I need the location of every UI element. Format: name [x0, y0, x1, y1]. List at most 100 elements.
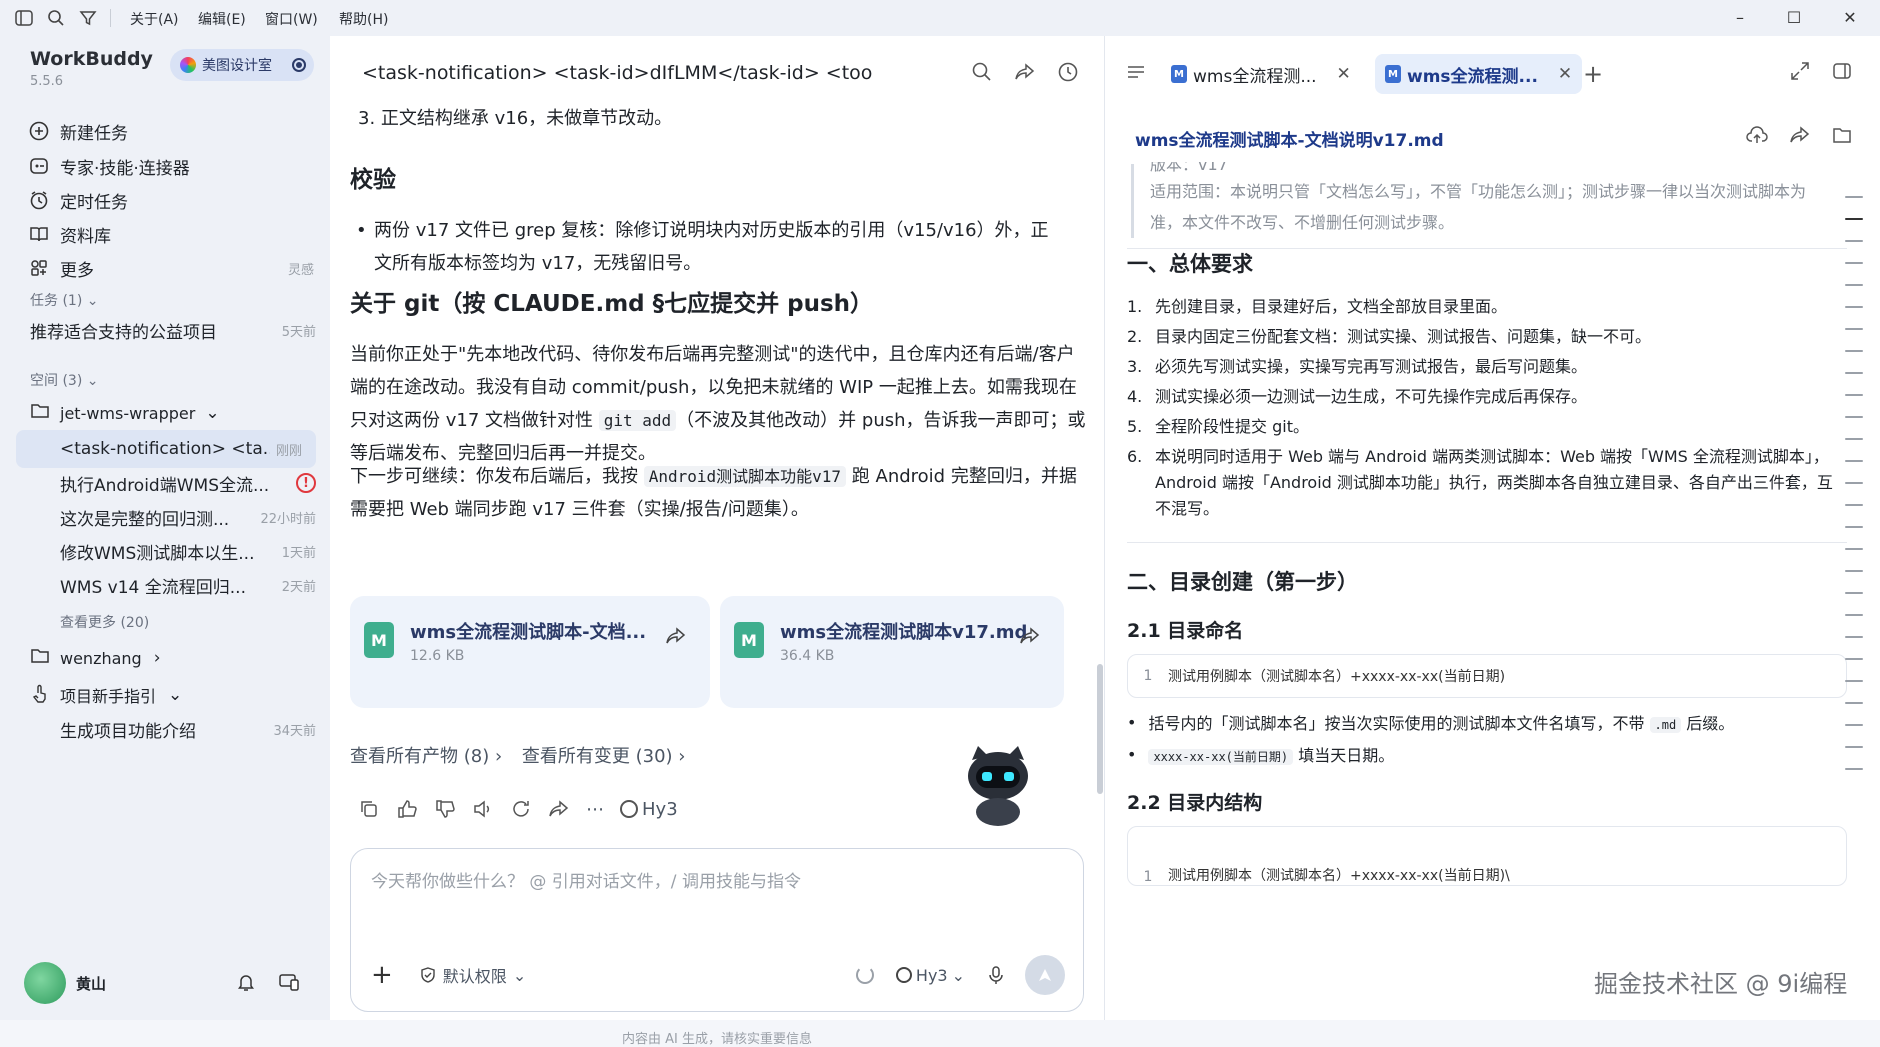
new-tab-icon[interactable]: +	[1583, 60, 1603, 88]
thumbs-up-icon[interactable]	[396, 798, 418, 820]
title-bar: 关于(A) 编辑(E) 窗口(W) 帮助(H) – ☐ ✕	[0, 0, 1880, 36]
upload-icon[interactable]	[1745, 124, 1769, 150]
view-artifacts-link[interactable]: 查看所有产物 (8)	[350, 746, 489, 767]
model-logo-icon	[620, 800, 638, 818]
divider	[110, 9, 111, 27]
document-panel: M wms全流程测... ✕ M wms全流程测... ✕ + wms全流程测试…	[1104, 36, 1880, 1020]
composer-placeholder[interactable]: 今天帮你做些什么？ @ 引用对话文件，/ 调用技能与指令	[371, 867, 801, 892]
divider	[1127, 542, 1847, 543]
close-button[interactable]: ✕	[1838, 6, 1862, 30]
file-size: 12.6 KB	[410, 648, 465, 664]
nav-label: 新建任务	[60, 123, 128, 144]
doc-minimap[interactable]	[1845, 196, 1863, 790]
task-item[interactable]: 推荐适合支持的公益项目 5天前	[30, 311, 316, 349]
sidebar-toggle-icon[interactable]	[14, 8, 34, 28]
sparkle-icon	[30, 158, 48, 174]
device-icon[interactable]	[278, 972, 300, 996]
close-tab-icon[interactable]: ✕	[1337, 64, 1351, 84]
refresh-icon[interactable]	[510, 798, 532, 820]
share-icon[interactable]	[1013, 60, 1037, 84]
message-heading: 校验	[350, 167, 396, 193]
search-icon[interactable]	[970, 60, 994, 84]
doc-tab-active[interactable]: M wms全流程测... ✕	[1375, 54, 1583, 94]
message-heading: 关于 git（按 CLAUDE.md §七应提交并 push）	[350, 291, 874, 317]
file-size: 36.4 KB	[780, 648, 835, 664]
message-composer[interactable]: 今天帮你做些什么？ @ 引用对话文件，/ 调用技能与指令 + 默认权限 ⌄ Hy…	[350, 848, 1084, 1012]
space-onboarding[interactable]: 项目新手指引 ⌄	[30, 676, 316, 714]
space-wenzhang[interactable]: wenzhang ›	[30, 639, 316, 677]
folder-icon	[30, 402, 60, 424]
conversation-item[interactable]: WMS v14 全流程回归... 2天前	[60, 566, 316, 604]
list-item: 先创建目录，目录建好后，文档全部放目录里面。	[1155, 297, 1508, 316]
conversation-item[interactable]: 这次是完整的回归测... 22小时前	[60, 498, 316, 536]
code-block: 1 测试用例脚本（测试脚本名）+xxxx-xx-xx(当前日期)	[1127, 654, 1847, 698]
studio-badge[interactable]: 美图设计室	[170, 49, 314, 81]
split-panel-icon[interactable]	[1831, 60, 1853, 86]
file-card[interactable]: M wms全流程测试脚本-文档... 12.6 KB	[350, 596, 710, 708]
conversation-item-active[interactable]: <task-notification> <ta... 刚刚	[16, 430, 316, 468]
spaces-section-header[interactable]: 空间 (3) ⌄	[30, 370, 98, 390]
maximize-button[interactable]: ☐	[1782, 6, 1806, 30]
menu-window[interactable]: 窗口(W)	[265, 9, 318, 29]
more-icon[interactable]: ⋯	[586, 799, 604, 820]
file-card[interactable]: M wms全流程测试脚本v17.md 36.4 KB	[720, 596, 1064, 708]
message-bullet: • 两份 v17 文件已 grep 复核：除修订说明块内对历史版本的引用（v15…	[350, 214, 1090, 280]
bullet-text: 后缀。	[1681, 714, 1735, 733]
search-icon[interactable]	[46, 8, 66, 28]
tasks-section-header[interactable]: 任务 (1) ⌄	[30, 290, 98, 310]
book-icon	[30, 227, 48, 242]
space-jet-wms-wrapper[interactable]: jet-wms-wrapper ⌄	[30, 394, 316, 432]
chevron-down-icon: ⌄	[86, 373, 99, 389]
result-links: 查看所有产物 (8) › 查看所有变更 (30) ›	[350, 746, 686, 767]
document-title: wms全流程测试脚本-文档说明v17.md	[1135, 131, 1444, 151]
menu-about[interactable]: 关于(A)	[130, 9, 179, 29]
menu-edit[interactable]: 编辑(E)	[198, 9, 246, 29]
nav-library[interactable]: 资料库	[28, 217, 111, 251]
requirements-list: 1. 先创建目录，目录建好后，文档全部放目录里面。 2. 目录内固定三份配套文档：测…	[1127, 292, 1847, 522]
share-icon[interactable]	[1018, 624, 1042, 648]
conversation-title: 执行Android端WMS全流...	[60, 475, 270, 496]
avatar	[24, 962, 66, 1004]
expand-icon[interactable]	[1789, 60, 1811, 86]
conversation-title: 这次是完整的回归测...	[60, 509, 230, 530]
conversation-time: 2天前	[281, 579, 316, 595]
model-select[interactable]: Hy3 ⌄	[895, 966, 965, 985]
conversation-title: 修改WMS测试脚本以生...	[60, 543, 255, 564]
conversation-item[interactable]: 生成项目功能介绍 34天前	[60, 710, 316, 748]
share-icon[interactable]	[1789, 124, 1811, 150]
doc-tab[interactable]: M wms全流程测... ✕	[1161, 54, 1361, 94]
minimize-button[interactable]: –	[1728, 6, 1752, 30]
outline-icon[interactable]	[1125, 62, 1147, 86]
nav-experts[interactable]: 专家·技能·连接器	[28, 149, 190, 183]
chat-scrollbar[interactable]	[1097, 664, 1103, 794]
close-tab-icon[interactable]: ✕	[1558, 64, 1572, 84]
view-more-link[interactable]: 查看更多 (20)	[60, 612, 149, 632]
chevron-down-icon: ⌄	[205, 403, 220, 423]
thumbs-down-icon[interactable]	[434, 798, 456, 820]
view-changes-link[interactable]: 查看所有变更 (30)	[522, 746, 673, 767]
permission-select[interactable]: 默认权限 ⌄	[419, 963, 526, 987]
share-icon[interactable]	[548, 798, 570, 820]
open-folder-icon[interactable]	[1831, 124, 1853, 150]
history-icon[interactable]	[1056, 60, 1080, 84]
conversation-item[interactable]: 执行Android端WMS全流...!	[60, 464, 316, 502]
bell-icon[interactable]	[236, 972, 256, 997]
microphone-icon[interactable]	[987, 965, 1005, 985]
nav-new-task[interactable]: 新建任务	[28, 114, 128, 148]
filter-icon[interactable]	[78, 8, 98, 28]
send-button[interactable]	[1025, 955, 1065, 995]
conversation-item[interactable]: 修改WMS测试脚本以生... 1天前	[60, 532, 316, 570]
user-profile[interactable]: 黄山	[24, 962, 106, 1004]
grid-icon	[31, 260, 47, 276]
share-icon[interactable]	[664, 624, 688, 648]
copy-icon[interactable]	[358, 798, 380, 820]
doc-blockquote: 版本：v17 适用范围：本说明只管「文档怎么写」，不管「功能怎么测」；测试步骤一…	[1131, 162, 1831, 238]
space-name: 项目新手指引	[60, 687, 157, 706]
send-icon	[1039, 969, 1051, 981]
speaker-icon[interactable]	[472, 798, 494, 820]
add-attachment-icon[interactable]: +	[371, 960, 393, 990]
nav-scheduled[interactable]: 定时任务	[28, 183, 128, 217]
nav-more[interactable]: 更多 灵感	[28, 251, 314, 285]
tab-label: wms全流程测...	[1407, 66, 1538, 87]
menu-help[interactable]: 帮助(H)	[339, 9, 388, 29]
